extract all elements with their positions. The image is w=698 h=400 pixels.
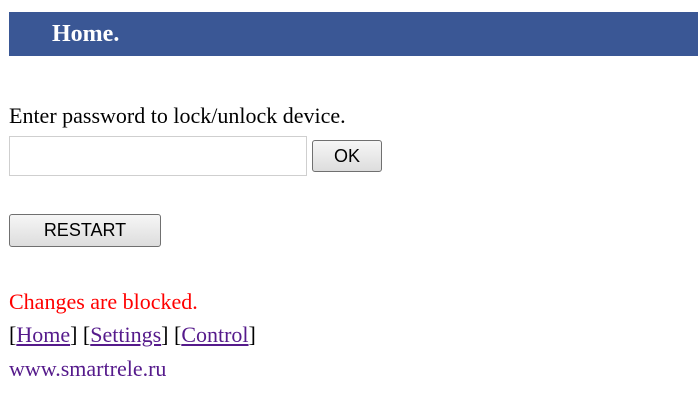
password-input[interactable]: [9, 136, 307, 176]
bracket-close: ]: [161, 322, 169, 347]
nav-links: [Home] [Settings] [Control]: [9, 322, 256, 348]
nav-link-settings[interactable]: Settings: [90, 322, 161, 347]
page-title: Home.: [52, 21, 120, 47]
ok-button[interactable]: OK: [312, 140, 382, 172]
nav-link-control[interactable]: Control: [181, 322, 248, 347]
password-prompt: Enter password to lock/unlock device.: [9, 103, 346, 128]
status-message: Changes are blocked.: [9, 289, 198, 314]
bracket-close: ]: [248, 322, 256, 347]
restart-button[interactable]: RESTART: [9, 214, 161, 247]
bracket-close: ]: [70, 322, 78, 347]
header-bar: Home.: [9, 12, 698, 56]
site-url: www.smartrele.ru: [9, 356, 167, 381]
nav-link-home[interactable]: Home: [16, 322, 70, 347]
